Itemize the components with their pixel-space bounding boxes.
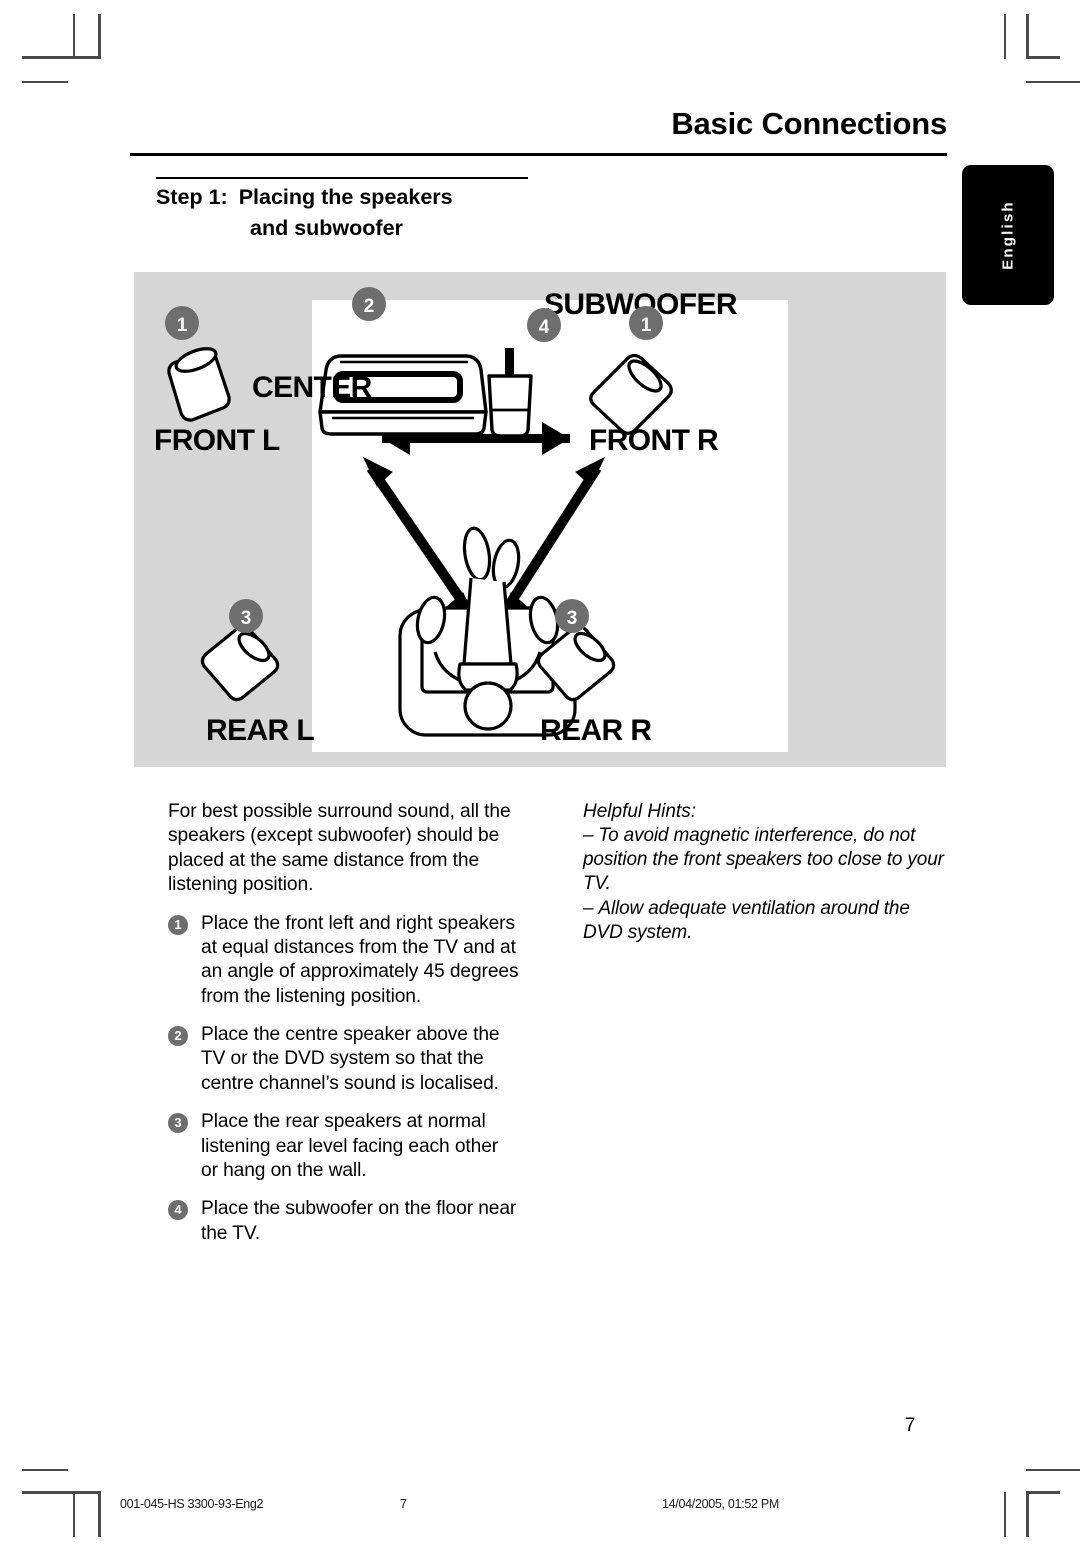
step-item-4: 4 Place the subwoofer on the floor near … xyxy=(168,1197,520,1246)
step-heading-divider xyxy=(156,177,528,179)
svg-text:3: 3 xyxy=(241,608,252,629)
crop-mark-bottom-right-bleed-horizontal xyxy=(1026,1469,1080,1471)
crop-mark-top-left-vertical xyxy=(98,14,101,59)
step-badge-1: 1 xyxy=(168,915,188,935)
crop-mark-top-left-bleed-vertical xyxy=(73,14,75,59)
svg-text:2: 2 xyxy=(364,296,375,317)
figure-callout-rear-left: 3 xyxy=(229,599,263,633)
right-diagonal-double-arrow xyxy=(499,458,604,620)
figure-label-front-right: FRONT R xyxy=(589,424,719,457)
footer-timestamp: 14/04/2005, 01:52 PM xyxy=(662,1497,779,1511)
crop-mark-bottom-right-vertical xyxy=(1026,1492,1029,1537)
speaker-layout-diagram: SUBWOOFER CENTER FRONT L FRONT R REAR L … xyxy=(134,272,946,767)
figure-callout-front-left: 1 xyxy=(165,306,199,340)
hint-text-2: Allow adequate ventilation around the DV… xyxy=(583,898,910,943)
front-left-speaker-icon xyxy=(169,344,229,420)
crop-mark-bottom-right-horizontal xyxy=(1026,1491,1060,1494)
svg-text:4: 4 xyxy=(539,317,550,338)
step-badge-4: 4 xyxy=(168,1200,188,1220)
crop-mark-top-right-bleed-vertical xyxy=(1004,14,1006,59)
figure-label-center: CENTER xyxy=(252,371,373,404)
step-item-3: 3 Place the rear speakers at normal list… xyxy=(168,1110,520,1183)
step-heading: Step 1: Placing the speakers and subwoofe… xyxy=(156,182,576,243)
intro-paragraph: For best possible surround sound, all th… xyxy=(168,800,520,898)
crop-mark-bottom-left-bleed-vertical xyxy=(73,1492,75,1537)
speaker-placement-figure: SUBWOOFER CENTER FRONT L FRONT R REAR L … xyxy=(134,272,946,767)
hint-text-1: To avoid magnetic interference, do not p… xyxy=(583,825,944,894)
hint-item-1: –To avoid magnetic interference, do not … xyxy=(583,824,953,896)
step-heading-line1: Placing the speakers xyxy=(239,185,453,209)
crop-mark-bottom-left-bleed-horizontal xyxy=(22,1469,68,1471)
crop-mark-bottom-left-vertical xyxy=(98,1492,101,1537)
language-tab-english: English xyxy=(962,165,1054,305)
crop-mark-top-left-bleed-horizontal xyxy=(22,81,68,83)
crop-mark-bottom-left-horizontal xyxy=(22,1491,101,1494)
step-heading-label: Step 1: xyxy=(156,185,228,209)
subwoofer-icon xyxy=(489,348,531,436)
crop-mark-top-right-vertical xyxy=(1026,14,1029,59)
svg-text:1: 1 xyxy=(641,315,652,336)
helpful-hints-column: Helpful Hints: –To avoid magnetic interf… xyxy=(583,800,953,945)
figure-callout-subwoofer: 4 xyxy=(527,308,561,342)
figure-label-rear-left: REAR L xyxy=(206,714,314,747)
footer-filename: 001-045-HS 3300-93-Eng2 xyxy=(120,1497,263,1511)
step-badge-3: 3 xyxy=(168,1113,188,1133)
crop-mark-top-right-bleed-horizontal xyxy=(1026,81,1080,83)
front-right-speaker-icon xyxy=(591,356,672,434)
language-tab-label: English xyxy=(1000,200,1017,270)
figure-label-front-left: FRONT L xyxy=(154,424,280,457)
step-item-2: 2 Place the centre speaker above the TV … xyxy=(168,1023,520,1096)
figure-label-rear-right: REAR R xyxy=(540,714,652,747)
page-number: 7 xyxy=(880,1415,940,1437)
instructions-column: For best possible surround sound, all th… xyxy=(168,800,520,1260)
figure-callout-front-right: 1 xyxy=(629,306,663,340)
hint-dash-1: – xyxy=(583,825,593,846)
crop-mark-bottom-right-bleed-vertical xyxy=(1004,1492,1006,1537)
step-text-2: Place the centre speaker above the TV or… xyxy=(201,1024,499,1094)
step-badge-2: 2 xyxy=(168,1026,188,1046)
title-divider xyxy=(130,153,947,156)
hint-dash-2: – xyxy=(583,898,593,919)
figure-callout-rear-right: 3 xyxy=(555,599,589,633)
step-text-1: Place the front left and right speakers … xyxy=(201,913,518,1007)
svg-text:1: 1 xyxy=(177,315,188,336)
rear-left-speaker-icon xyxy=(202,626,277,699)
svg-text:3: 3 xyxy=(567,608,578,629)
step-text-3: Place the rear speakers at normal listen… xyxy=(201,1111,498,1181)
figure-callout-center: 2 xyxy=(352,287,386,321)
step-item-1: 1 Place the front left and right speaker… xyxy=(168,912,520,1010)
hints-title: Helpful Hints: xyxy=(583,800,953,824)
step-heading-line2: and subwoofer xyxy=(156,213,576,244)
left-diagonal-double-arrow xyxy=(364,458,475,620)
step-text-4: Place the subwoofer on the floor near th… xyxy=(201,1198,516,1243)
crop-mark-top-right-horizontal xyxy=(1026,56,1060,59)
footer-page-number: 7 xyxy=(400,1497,407,1511)
page-title: Basic Connections xyxy=(130,108,947,141)
crop-mark-top-left-horizontal xyxy=(22,56,101,59)
hint-item-2: –Allow adequate ventilation around the D… xyxy=(583,897,953,945)
